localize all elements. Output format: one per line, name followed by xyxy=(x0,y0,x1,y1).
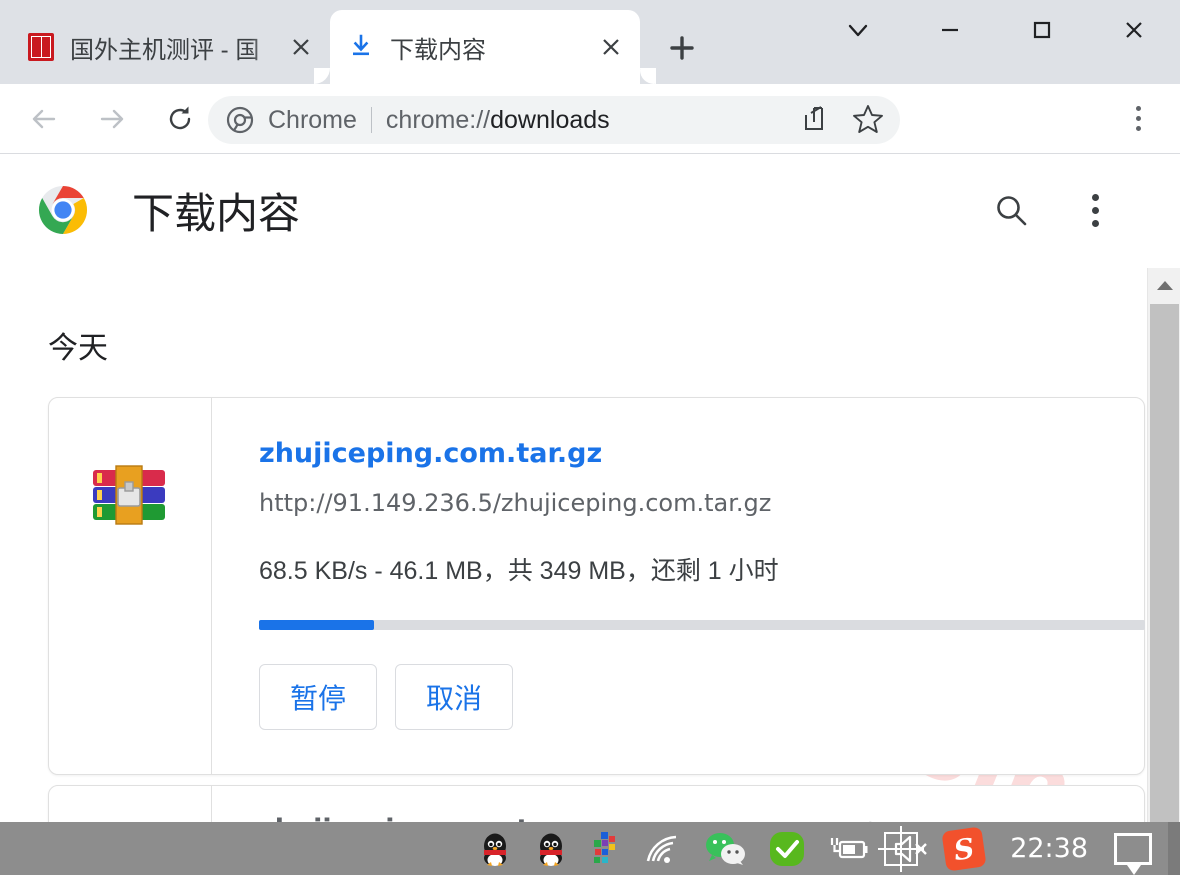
browser-tab-active[interactable]: 下载内容 xyxy=(314,10,656,84)
wifi-icon[interactable] xyxy=(642,833,682,865)
omnibox-brand: Chrome xyxy=(268,105,357,134)
download-action-buttons: 暂停 取消 xyxy=(259,664,1124,730)
taskbar: S 22:38 xyxy=(0,822,1180,875)
download-file-name[interactable]: zhujiceping.com.tar.gz xyxy=(259,438,1124,469)
cancel-button[interactable]: 取消 xyxy=(395,664,513,730)
close-button[interactable] xyxy=(1088,0,1180,60)
minimize-button[interactable] xyxy=(904,0,996,60)
tab-strip: 国外主机测评 - 国 下载内容 xyxy=(0,0,1180,84)
address-bar[interactable]: Chrome chrome://downloads xyxy=(208,96,900,144)
browser-tab-inactive[interactable]: 国外主机测评 - 国 xyxy=(10,10,330,84)
downloads-header: 下载内容 xyxy=(0,155,1147,265)
tab-title: 下载内容 xyxy=(390,36,486,64)
star-icon[interactable] xyxy=(852,102,884,139)
tab-title: 国外主机测评 - 国 xyxy=(70,36,260,64)
tab-close-button[interactable] xyxy=(288,34,314,60)
ime-indicator[interactable] xyxy=(878,825,925,872)
download-progress-bar xyxy=(259,620,1145,630)
qq-icon-1[interactable] xyxy=(478,831,512,867)
wechat-icon[interactable] xyxy=(704,832,746,866)
tab-close-button[interactable] xyxy=(598,34,624,60)
reload-button[interactable] xyxy=(152,91,208,147)
chrome-logo-icon xyxy=(226,106,254,134)
browser-toolbar: Chrome chrome://downloads xyxy=(0,84,1180,154)
download-item-body: zhujiceping.com.tar.gz http://91.149.236… xyxy=(259,438,1145,730)
downloads-page: zhujiceping.com 下载内容 xyxy=(0,155,1180,875)
chrome-logo-icon xyxy=(38,186,88,234)
card-divider xyxy=(211,398,212,774)
maximize-button[interactable] xyxy=(996,0,1088,60)
forward-button[interactable] xyxy=(84,91,140,147)
winrar-archive-icon xyxy=(81,446,177,542)
downloads-header-actions xyxy=(989,188,1117,232)
share-icon[interactable] xyxy=(798,102,830,139)
taskbar-clock[interactable]: 22:38 xyxy=(1010,833,1088,864)
page-scrollbar[interactable] xyxy=(1147,268,1180,875)
pause-button[interactable]: 暂停 xyxy=(259,664,377,730)
download-item-card[interactable]: zhujiceping.com.tar.gz http://91.149.236… xyxy=(48,397,1145,775)
page-title: 下载内容 xyxy=(132,189,301,237)
show-desktop-button[interactable] xyxy=(1168,822,1180,875)
browser-menu-button[interactable] xyxy=(1122,101,1154,137)
red-site-icon xyxy=(28,33,56,61)
battery-charging-icon[interactable] xyxy=(828,834,870,864)
omnibox-url: chrome://downloads xyxy=(385,105,610,134)
qq-icon-2[interactable] xyxy=(534,831,568,867)
three-dot-menu-icon[interactable] xyxy=(1073,188,1117,232)
taskbar-tray-icons xyxy=(478,830,932,868)
omnibox-actions xyxy=(798,102,884,139)
browser-window: 国外主机测评 - 国 下载内容 Chrome chrome://download… xyxy=(0,0,1180,875)
colorful-grid-icon[interactable] xyxy=(590,831,620,867)
back-button[interactable] xyxy=(16,91,72,147)
tab-search-button[interactable] xyxy=(812,0,904,60)
search-icon[interactable] xyxy=(989,188,1033,232)
green-check-icon[interactable] xyxy=(768,830,806,868)
caret-up-icon[interactable] xyxy=(1148,268,1180,301)
new-tab-button[interactable] xyxy=(660,26,704,70)
download-icon xyxy=(348,33,376,61)
section-label-today: 今天 xyxy=(48,332,108,365)
download-progress-fill xyxy=(259,620,375,630)
taskbar-right: S 22:38 xyxy=(878,822,1180,875)
window-controls xyxy=(812,0,1180,84)
notification-icon[interactable] xyxy=(1114,832,1152,875)
omnibox-separator xyxy=(370,107,372,133)
download-status-text: 68.5 KB/s - 46.1 MB，共 349 MB，还剩 1 小时 xyxy=(259,557,779,585)
scrollbar-thumb[interactable] xyxy=(1150,304,1179,824)
download-source-url: http://91.149.236.5/zhujiceping.com.tar.… xyxy=(259,489,772,517)
sogou-input-icon[interactable]: S xyxy=(941,825,987,872)
